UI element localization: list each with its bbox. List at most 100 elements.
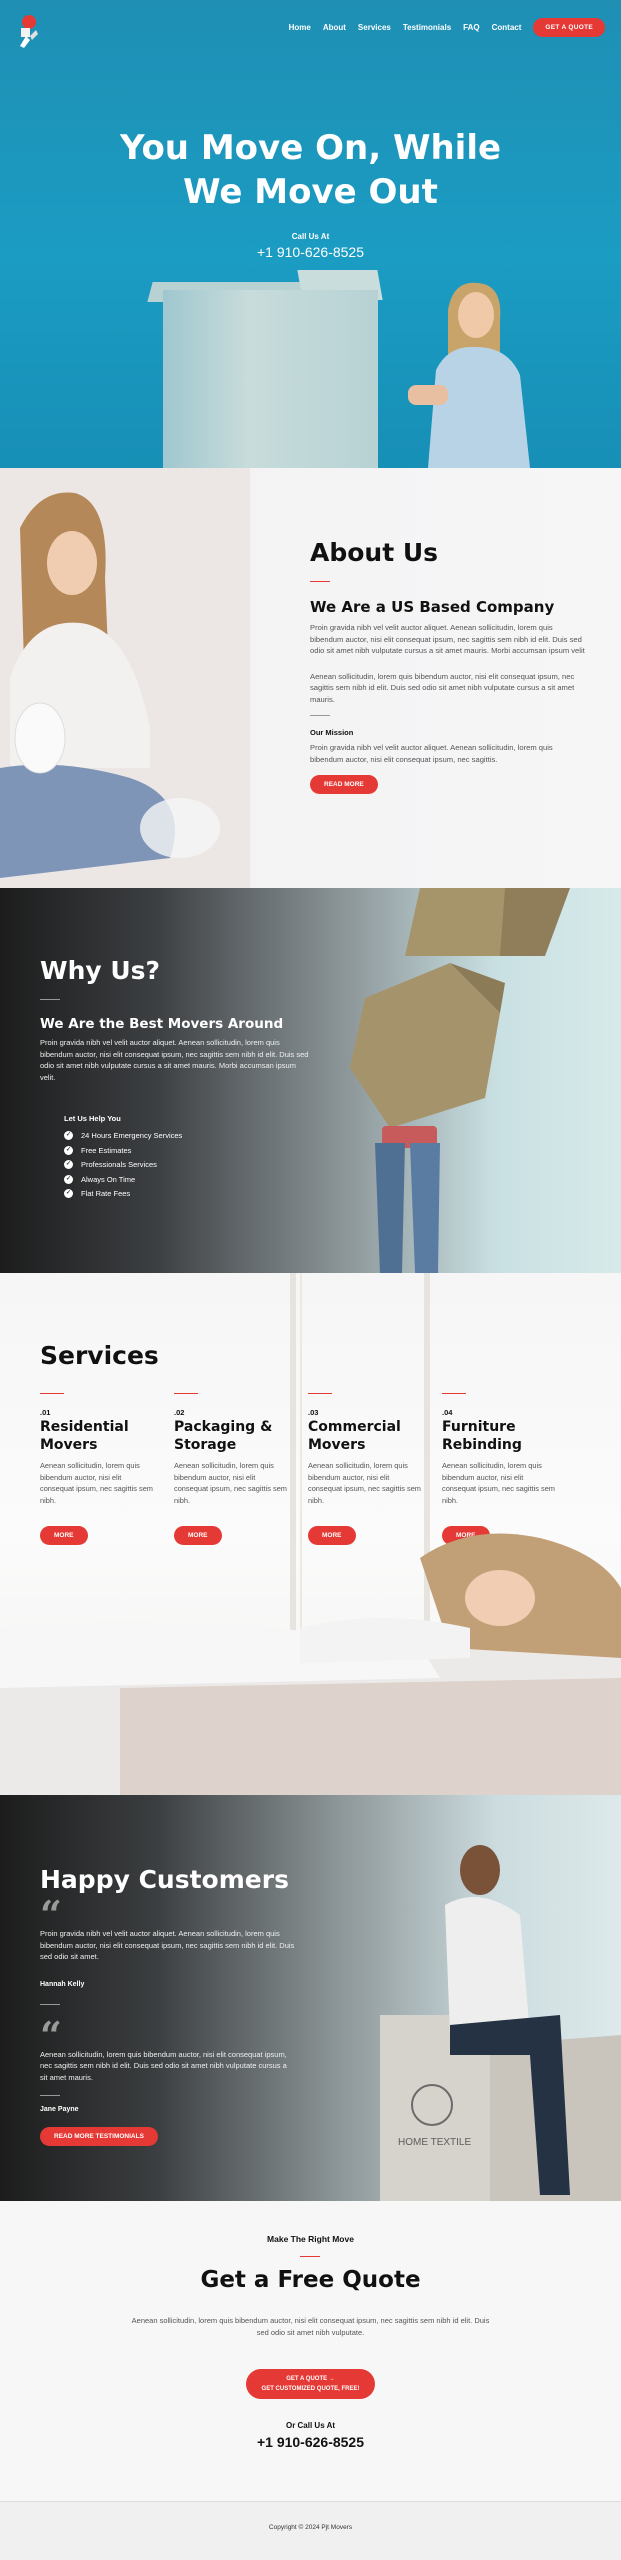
man-drinking-coffee-image: HOME TEXTILE <box>380 1845 621 2201</box>
help-list-item: ✓ Professionals Services <box>64 1160 182 1169</box>
testimonials-content: Happy Customers “ Proin gravida nibh vel… <box>40 1865 295 2146</box>
about-content: About Us We Are a US Based Company Proin… <box>310 538 585 794</box>
why-title: Why Us? <box>40 956 161 985</box>
check-icon: ✓ <box>64 1189 73 1198</box>
hero-title-line1: You Move On, While <box>119 128 502 168</box>
woman-on-couch-image <box>0 1533 621 1795</box>
service-title: Commercial Movers <box>308 1419 424 1454</box>
service-title-line1: Commercial <box>308 1419 401 1435</box>
site-footer: Copyright © 2024 Pjt Movers <box>0 2501 621 2560</box>
card-divider <box>174 1393 198 1394</box>
moving-box-image <box>163 290 378 468</box>
hero-section: Home About Services Testimonials FAQ Con… <box>0 0 621 468</box>
help-list-title: Let Us Help You <box>64 1114 121 1123</box>
title-divider <box>40 999 60 1000</box>
woman-holding-box-image <box>408 282 530 468</box>
quote-button-sublabel: GET CUSTOMIZED QUOTE, FREE! <box>261 2386 360 2392</box>
service-number: .01 <box>40 1408 51 1417</box>
woman-packing-image <box>0 468 250 888</box>
service-title-line2: Rebinding <box>442 1436 522 1453</box>
service-card: .02 Packaging & Storage Aenean sollicitud… <box>174 1393 308 1545</box>
help-item-label: 24 Hours Emergency Services <box>81 1131 183 1140</box>
check-icon: ✓ <box>64 1131 73 1140</box>
check-icon: ✓ <box>64 1160 73 1169</box>
mover-logo-icon[interactable] <box>14 10 44 50</box>
nav-testimonials[interactable]: Testimonials <box>403 23 451 32</box>
services-title: Services <box>40 1341 159 1370</box>
service-text: Aenean sollicitudin, lorem quis bibendum… <box>174 1461 287 1505</box>
card-divider <box>442 1393 466 1394</box>
service-number: .04 <box>442 1408 453 1417</box>
service-card: .03 Commercial Movers Aenean sollicitudin… <box>308 1393 442 1545</box>
customers-section: Happy Customers “ Proin gravida nibh vel… <box>0 1795 621 2201</box>
testimonial-author: Hannah Kelly <box>40 1980 85 1988</box>
box-label: HOME TEXTILE <box>398 2137 471 2148</box>
help-list: Let Us Help You ✓ 24 Hours Emergency Serv… <box>64 1114 182 1204</box>
service-text: Aenean sollicitudin, lorem quis bibendum… <box>442 1461 555 1505</box>
nav-contact[interactable]: Contact <box>492 23 522 32</box>
quote-title: Get a Free Quote <box>200 2267 421 2293</box>
mission-text: Proin gravida nibh vel velit auctor aliq… <box>310 743 553 764</box>
help-list-item: ✓ Free Estimates <box>64 1145 182 1155</box>
quote-pretitle: Make The Right Move <box>267 2234 354 2244</box>
title-divider <box>310 581 330 582</box>
mission-title: Our Mission <box>310 728 354 737</box>
hero-title-line2: We Move Out <box>183 172 438 212</box>
nav-faq[interactable]: FAQ <box>463 23 479 32</box>
testimonial-divider <box>40 2003 60 2005</box>
help-item-label: Professionals Services <box>81 1160 157 1169</box>
service-title-line1: Furniture <box>442 1419 516 1435</box>
service-title-line2: Movers <box>308 1436 366 1453</box>
service-title: Packaging & Storage <box>174 1419 290 1454</box>
about-title: About Us <box>310 538 439 567</box>
get-quote-main-button[interactable]: GET A QUOTE → GET CUSTOMIZED QUOTE, FREE… <box>246 2369 375 2399</box>
service-text: Aenean sollicitudin, lorem quis bibendum… <box>308 1461 421 1505</box>
service-title: Furniture Rebinding <box>442 1419 558 1454</box>
help-item-label: Free Estimates <box>81 1145 132 1155</box>
read-more-testimonials-button[interactable]: READ MORE TESTIMONIALS <box>40 2127 158 2146</box>
get-quote-button[interactable]: GET A QUOTE <box>533 18 605 37</box>
help-list-item: ✓ Flat Rate Fees <box>64 1189 182 1198</box>
testimonial-text: Proin gravida nibh vel velit auctor aliq… <box>40 1929 295 1961</box>
help-item-label: Flat Rate Fees <box>81 1189 131 1198</box>
service-title: Residential Movers <box>40 1419 156 1454</box>
why-subtitle: We Are the Best Movers Around <box>40 1016 284 1032</box>
man-carrying-boxes-image <box>350 888 570 1273</box>
main-menu: Home About Services Testimonials FAQ Con… <box>289 18 605 37</box>
top-navigation: Home About Services Testimonials FAQ Con… <box>0 0 621 56</box>
service-number: .02 <box>174 1408 185 1417</box>
check-icon: ✓ <box>64 1145 73 1155</box>
why-us-section: Why Us? We Are the Best Movers Around Pr… <box>0 888 621 1273</box>
about-subtitle: We Are a US Based Company <box>310 598 555 616</box>
quote-text: Aenean sollicitudin, lorem quis bibendum… <box>131 2316 490 2337</box>
customers-title: Happy Customers <box>40 1865 289 1894</box>
about-section: About Us We Are a US Based Company Proin… <box>0 468 621 888</box>
services-cards: .01 Residential Movers Aenean sollicitudi… <box>40 1393 580 1545</box>
testimonial-text: Aenean sollicitudin, lorem quis bibendum… <box>40 2049 287 2082</box>
hero-title: You Move On, While We Move Out <box>0 126 621 214</box>
about-read-more-button[interactable]: READ MORE <box>310 775 378 794</box>
testimonial-author: Jane Payne <box>40 2106 79 2113</box>
card-divider <box>308 1393 332 1394</box>
nav-about[interactable]: About <box>323 23 346 32</box>
footer-phone-link[interactable]: +1 910-626-8525 <box>0 2434 621 2450</box>
nav-services[interactable]: Services <box>358 23 391 32</box>
help-item-label: Always On Time <box>81 1174 136 1184</box>
service-title-line2: Storage <box>174 1436 237 1453</box>
check-icon: ✓ <box>64 1174 73 1184</box>
why-text: Proin gravida nibh vel velit auctor aliq… <box>40 1038 309 1082</box>
service-title-line1: Residential <box>40 1419 129 1435</box>
nav-home[interactable]: Home <box>289 23 311 32</box>
about-paragraph-1: Proin gravida nibh vel velit auctor aliq… <box>310 623 585 655</box>
why-content: Why Us? We Are the Best Movers Around Pr… <box>40 956 310 1083</box>
service-card: .01 Residential Movers Aenean sollicitudi… <box>40 1393 174 1545</box>
help-list-item: ✓ 24 Hours Emergency Services <box>64 1131 182 1140</box>
section-divider <box>310 715 330 716</box>
hero-phone-link[interactable]: +1 910-626-8525 <box>0 244 621 260</box>
copyright-text: Copyright © 2024 Pjt Movers <box>268 2524 353 2531</box>
hero-call-label: Call Us At <box>291 232 330 241</box>
quote-icon: “ <box>40 1892 62 1937</box>
quote-button-label: GET A QUOTE → <box>286 2376 335 2382</box>
or-call-label: Or Call Us At <box>285 2421 336 2430</box>
service-card: .04 Furniture Rebinding Aenean sollicitud… <box>442 1393 576 1545</box>
